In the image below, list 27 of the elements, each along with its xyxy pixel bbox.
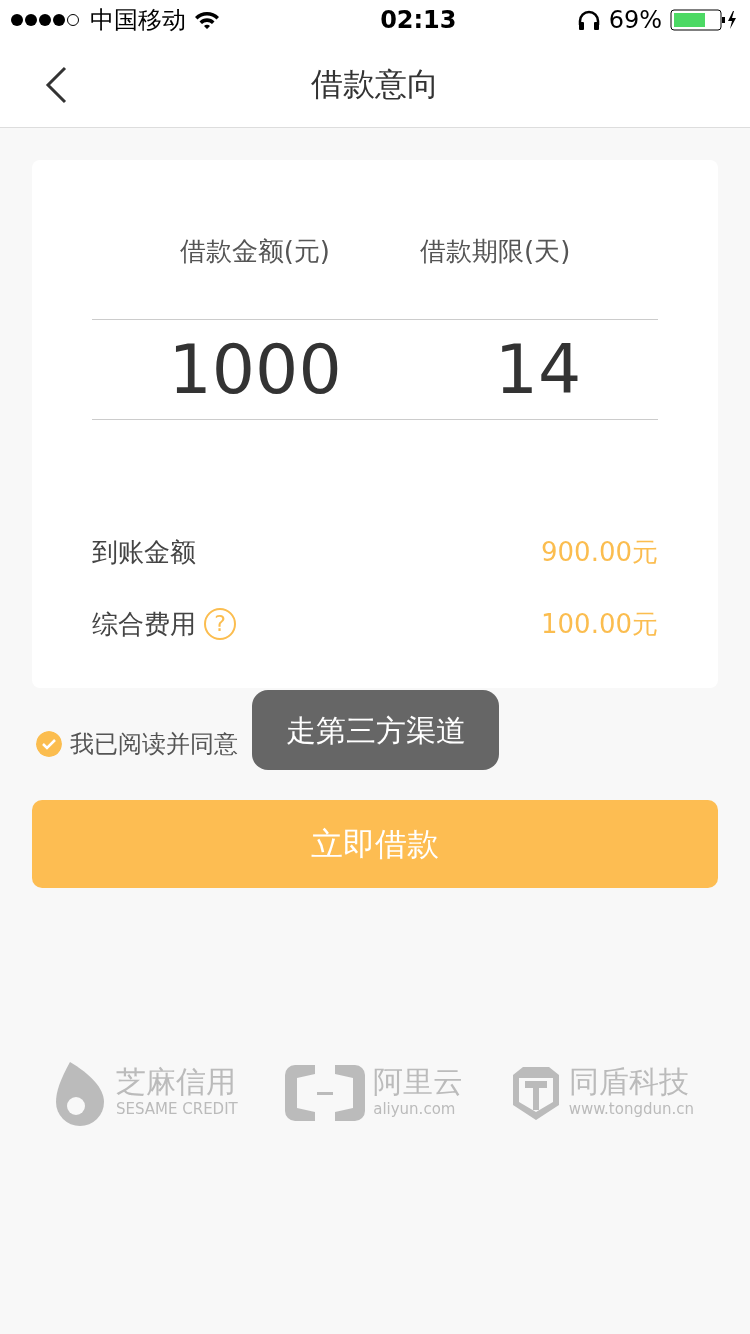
checkbox[interactable]	[36, 731, 62, 757]
column-label: 借款金额(元)	[179, 235, 330, 268]
picker-value[interactable]: 1000	[168, 329, 342, 409]
toast-message: 走第三方渠道	[252, 690, 499, 770]
fee-label: 到账金额	[92, 535, 196, 569]
partner-name: 同盾科技	[568, 1065, 690, 1099]
fee-label: 综合费用	[92, 607, 196, 641]
fee-value: 100.00元	[541, 607, 658, 641]
bracket-logo-icon	[285, 1065, 366, 1121]
battery-percent: 69%	[608, 5, 662, 36]
column-label: 借款期限(天)	[420, 235, 571, 268]
signal-icon	[10, 13, 82, 27]
fee-value: 900.00元	[541, 535, 658, 569]
headphones-icon	[576, 9, 601, 31]
partner-name: 芝麻信用	[116, 1065, 237, 1099]
clock-time: 02:13	[380, 5, 457, 36]
wifi-icon	[194, 10, 220, 30]
back-icon[interactable]	[44, 66, 68, 104]
picker-value[interactable]: 14	[494, 329, 582, 409]
carrier-name: 中国移动	[90, 5, 186, 36]
partner-subtitle: aliyun.com	[373, 1099, 457, 1121]
page-title: 借款意向	[311, 63, 439, 105]
agreement-text: 我已阅读并同意	[70, 729, 238, 760]
partner-subtitle: SESAME CREDIT	[116, 1099, 238, 1121]
partner-name: 阿里云	[373, 1065, 464, 1099]
shield-logo-icon	[510, 1065, 561, 1121]
partner-subtitle: www.tongdun.cn	[568, 1099, 694, 1121]
